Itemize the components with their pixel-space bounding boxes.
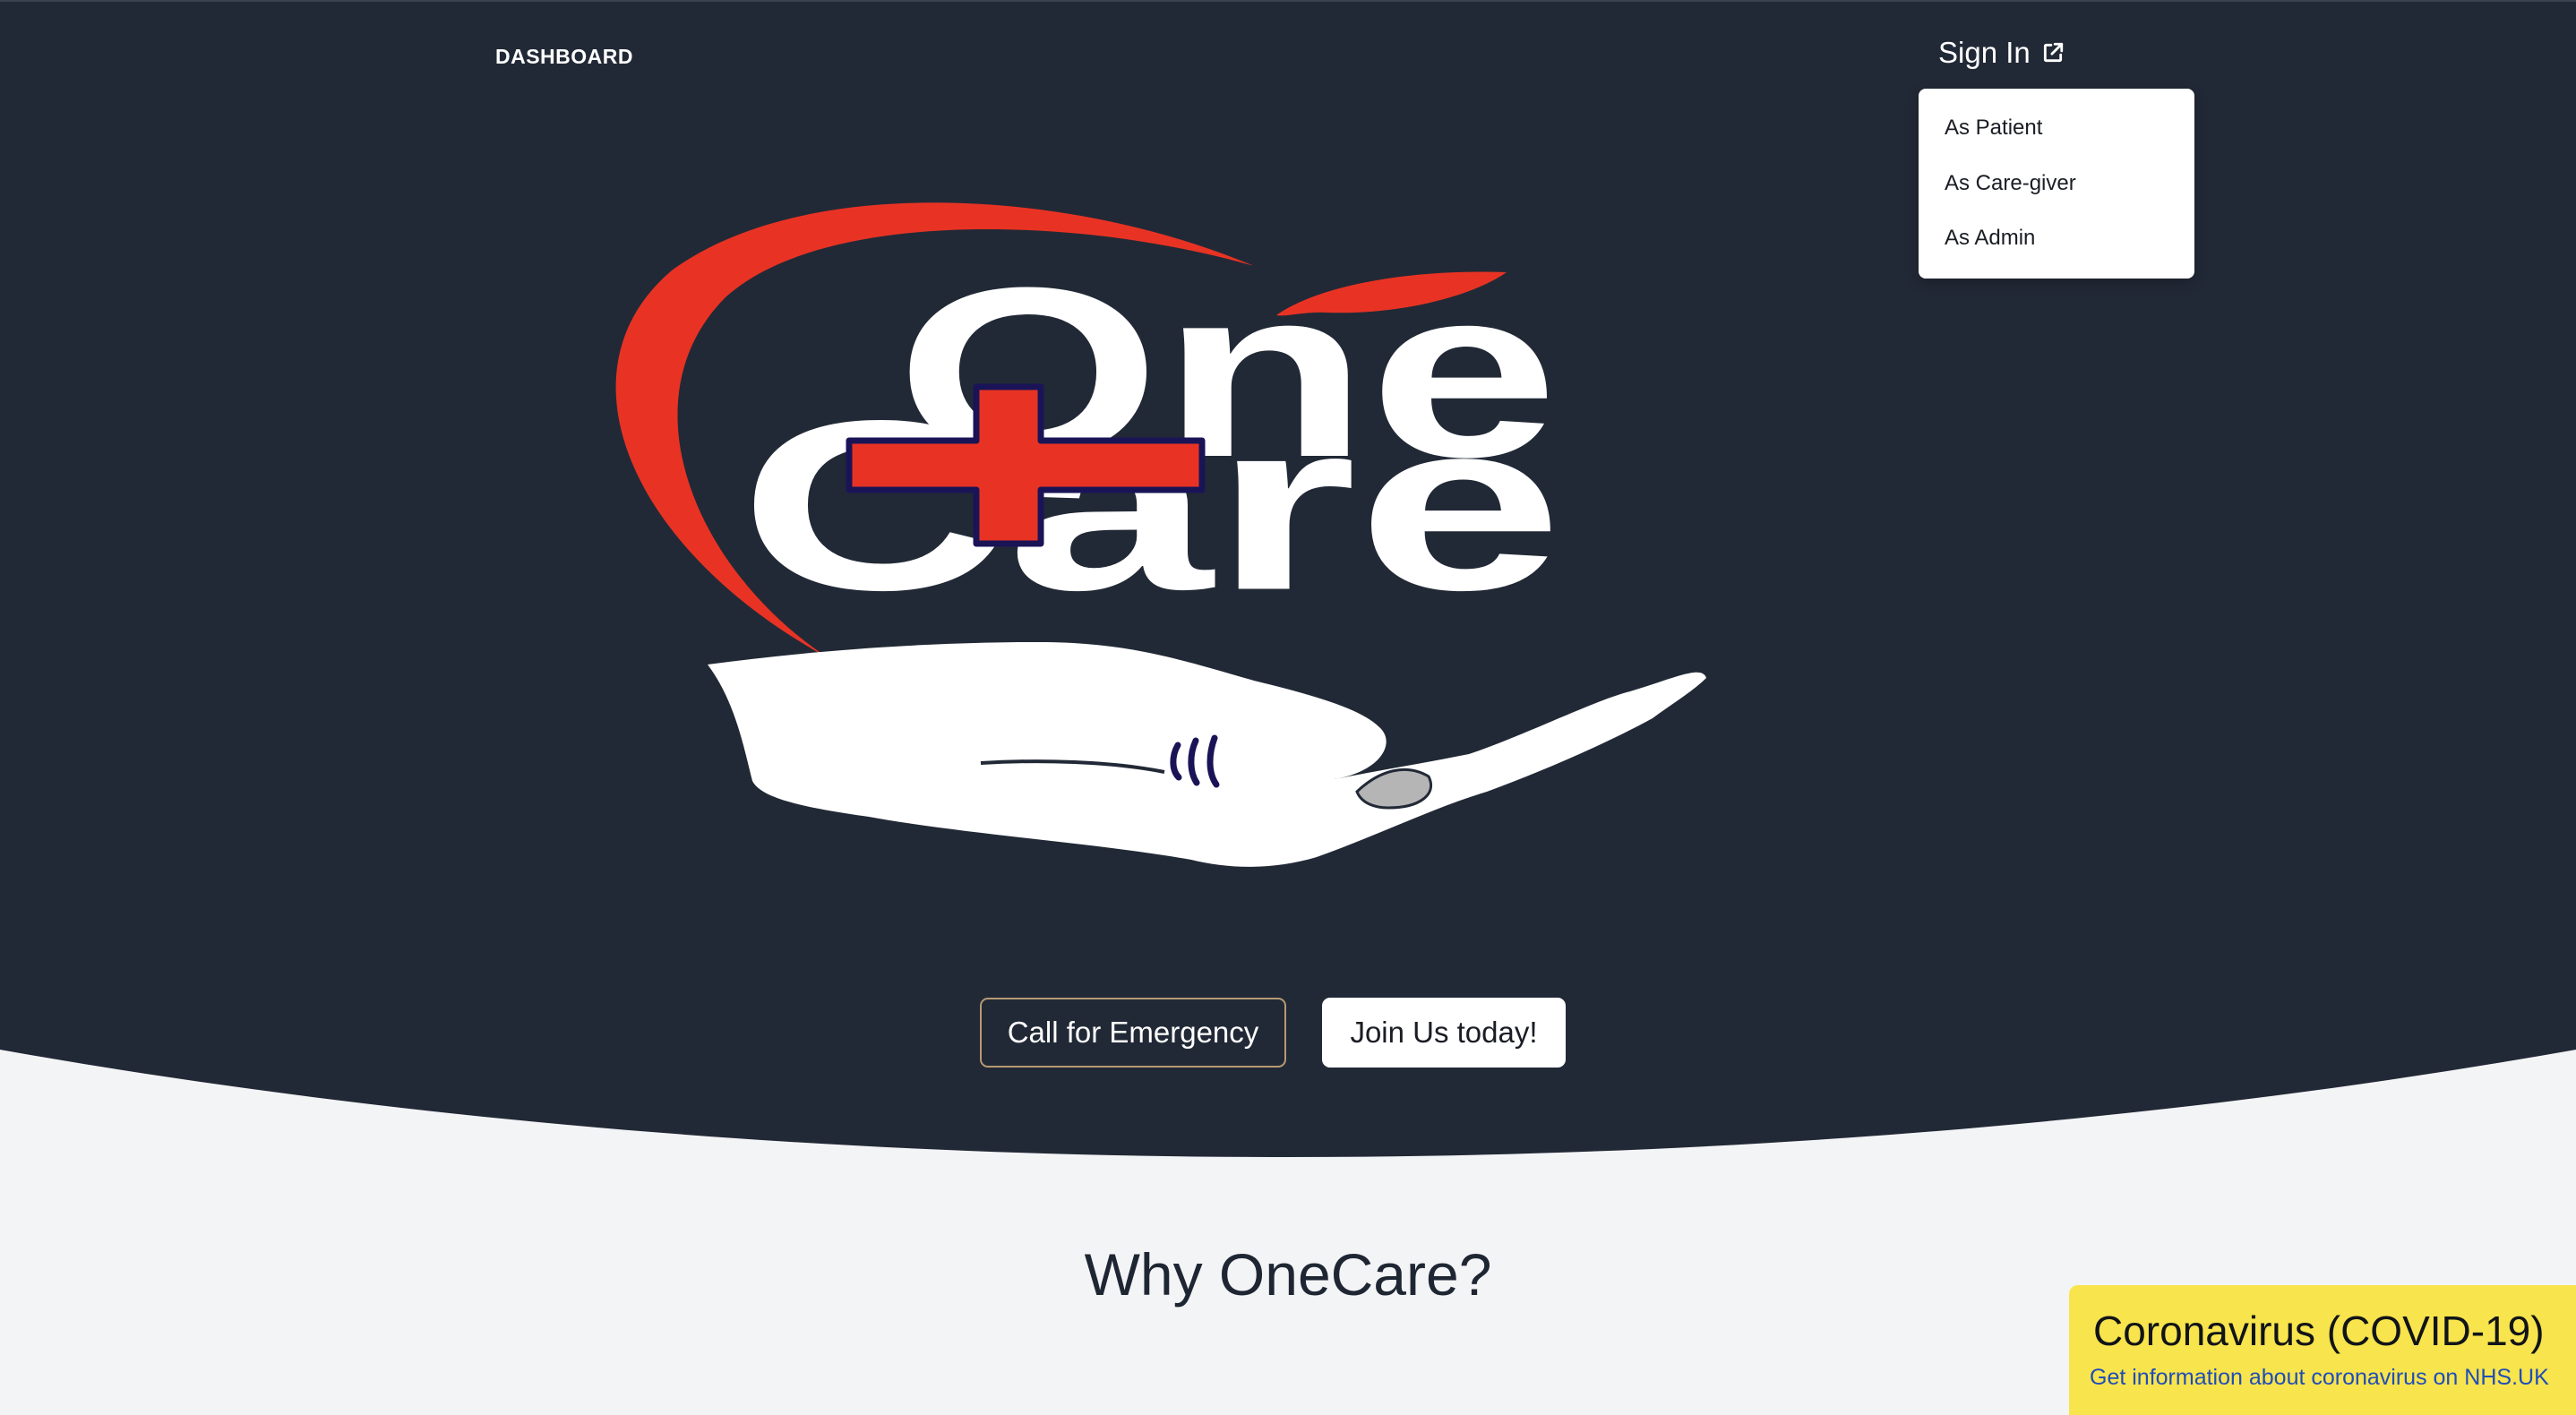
nav-dashboard-link[interactable]: DASHBOARD [495,45,633,69]
signin-button[interactable]: Sign In [1938,36,2065,70]
hero-bottom-curve [0,1050,2576,1202]
menu-item-as-care-giver[interactable]: As Care-giver [1945,171,2076,196]
onecare-logo: One Care [615,202,1706,867]
hero-section: DASHBOARD Sign In As Patient As Care-giv… [0,0,2576,1202]
signin-label: Sign In [1938,36,2031,69]
covid-info-banner: Coronavirus (COVID-19) Get information a… [2069,1285,2576,1415]
covid-banner-title: Coronavirus (COVID-19) [2093,1308,2545,1354]
svg-text:Care: Care [739,371,1563,640]
caring-hand-icon [708,642,1706,867]
menu-item-as-admin[interactable]: As Admin [1945,226,2035,251]
external-link-icon [2043,42,2063,63]
covid-info-link[interactable]: Get information about coronavirus on NHS… [2090,1365,2549,1391]
menu-item-as-patient[interactable]: As Patient [1945,116,2042,141]
signin-dropdown-menu: As Patient As Care-giver As Admin [1919,89,2194,279]
